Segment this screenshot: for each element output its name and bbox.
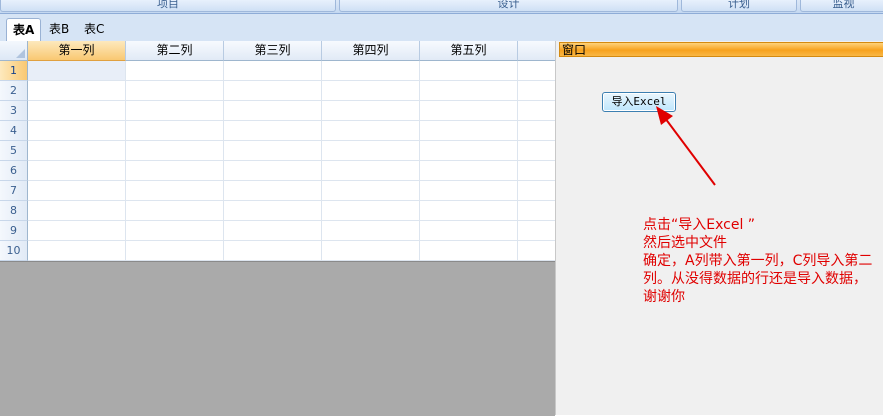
grid-cell[interactable]: [518, 241, 555, 261]
grid-cell[interactable]: [322, 181, 420, 201]
note-line-2: 然后选中文件: [643, 235, 727, 251]
row-header[interactable]: 8: [0, 201, 28, 221]
grid-cell[interactable]: [28, 61, 126, 81]
column-header[interactable]: 第二列: [126, 41, 224, 61]
grid-cell[interactable]: [28, 121, 126, 141]
grid-cell[interactable]: [518, 201, 555, 221]
annotation-note: 点击“导入Excel ” 然后选中文件 确定，A列带入第一列，C列导入第二列。从…: [643, 216, 879, 306]
ribbon-tab-design[interactable]: 设计: [339, 0, 678, 12]
grid-cell[interactable]: [518, 181, 555, 201]
grid-cell[interactable]: [28, 241, 126, 261]
grid-cell[interactable]: [518, 61, 555, 81]
column-header[interactable]: 第四列: [322, 41, 420, 61]
ribbon-tab-monitor[interactable]: 监视: [800, 0, 883, 12]
column-header[interactable]: 第三列: [224, 41, 322, 61]
grid-cell[interactable]: [28, 181, 126, 201]
grid-cell[interactable]: [224, 61, 322, 81]
grid-cell[interactable]: [322, 141, 420, 161]
row-header[interactable]: 6: [0, 161, 28, 181]
column-header[interactable]: 第: [518, 41, 555, 61]
row-header[interactable]: 10: [0, 241, 28, 261]
grid-cell[interactable]: [420, 221, 518, 241]
grid-cell[interactable]: [126, 241, 224, 261]
grid-cell[interactable]: [420, 201, 518, 221]
ribbon-tab-project[interactable]: 项目: [0, 0, 336, 12]
grid-cell[interactable]: [224, 181, 322, 201]
grid-cell[interactable]: [28, 221, 126, 241]
grid-cell[interactable]: [322, 101, 420, 121]
grid-cell[interactable]: [126, 141, 224, 161]
grid-cell[interactable]: [126, 221, 224, 241]
grid-cell[interactable]: [28, 201, 126, 221]
spreadsheet-grid: 第一列第二列第三列第四列第五列第 12345678910: [0, 41, 555, 261]
ribbon: 项目 设计 计划 监视: [0, 0, 883, 14]
sheet-tab-strip: 表A 表B 表C: [0, 14, 883, 42]
grid-cell[interactable]: [322, 221, 420, 241]
grid-cell[interactable]: [126, 181, 224, 201]
window-title-bar[interactable]: 窗口: [559, 42, 883, 57]
row-header[interactable]: 7: [0, 181, 28, 201]
select-all-corner[interactable]: [0, 41, 28, 61]
grid-cell[interactable]: [420, 161, 518, 181]
grid-cell[interactable]: [322, 241, 420, 261]
import-excel-button[interactable]: 导入Excel: [602, 92, 676, 112]
grid-cell[interactable]: [224, 101, 322, 121]
grid-cell[interactable]: [420, 61, 518, 81]
grid-cell[interactable]: [224, 221, 322, 241]
grid-cell[interactable]: [126, 81, 224, 101]
grid-cell[interactable]: [126, 61, 224, 81]
grid-cell[interactable]: [420, 241, 518, 261]
sheet-tab-b[interactable]: 表B: [43, 18, 75, 40]
grid-cell[interactable]: [420, 141, 518, 161]
grid-cell[interactable]: [224, 161, 322, 181]
sheet-tab-c[interactable]: 表C: [78, 18, 110, 40]
grid-cell[interactable]: [126, 101, 224, 121]
grid-cell[interactable]: [224, 141, 322, 161]
sheet-tab-a[interactable]: 表A: [6, 18, 42, 42]
column-header[interactable]: 第五列: [420, 41, 518, 61]
grid-cell[interactable]: [518, 101, 555, 121]
grid-cell[interactable]: [518, 121, 555, 141]
grid-cell[interactable]: [420, 181, 518, 201]
grid-cell[interactable]: [224, 201, 322, 221]
grid-cell[interactable]: [322, 81, 420, 101]
note-line-3: 确定，A列带入第一列，C列导入第二列。从没得数据的行还是导入数据，谢谢你: [643, 253, 873, 305]
grid-cell[interactable]: [126, 161, 224, 181]
grid-cell[interactable]: [322, 161, 420, 181]
row-header[interactable]: 2: [0, 81, 28, 101]
grid-cell[interactable]: [518, 221, 555, 241]
grid-cell[interactable]: [322, 61, 420, 81]
grid-cell[interactable]: [224, 81, 322, 101]
grid-cell[interactable]: [518, 141, 555, 161]
row-header[interactable]: 4: [0, 121, 28, 141]
column-header[interactable]: 第一列: [28, 41, 126, 61]
grid-cell[interactable]: [322, 121, 420, 141]
note-line-1: 点击“导入Excel ”: [643, 217, 756, 233]
grid-cell[interactable]: [420, 101, 518, 121]
row-header[interactable]: 3: [0, 101, 28, 121]
grid-cell[interactable]: [126, 201, 224, 221]
grid-cell[interactable]: [322, 201, 420, 221]
grid-cell[interactable]: [224, 241, 322, 261]
empty-area: [0, 261, 555, 416]
ribbon-tab-plan[interactable]: 计划: [681, 0, 797, 12]
grid-cell[interactable]: [420, 121, 518, 141]
grid-cell[interactable]: [28, 101, 126, 121]
row-header[interactable]: 9: [0, 221, 28, 241]
grid-cell[interactable]: [518, 161, 555, 181]
row-header[interactable]: 1: [0, 61, 28, 81]
grid-cell[interactable]: [224, 121, 322, 141]
row-header[interactable]: 5: [0, 141, 28, 161]
grid-cell[interactable]: [28, 81, 126, 101]
grid-cell[interactable]: [126, 121, 224, 141]
grid-cell[interactable]: [28, 141, 126, 161]
grid-cell[interactable]: [420, 81, 518, 101]
grid-cell[interactable]: [28, 161, 126, 181]
grid-cell[interactable]: [518, 81, 555, 101]
